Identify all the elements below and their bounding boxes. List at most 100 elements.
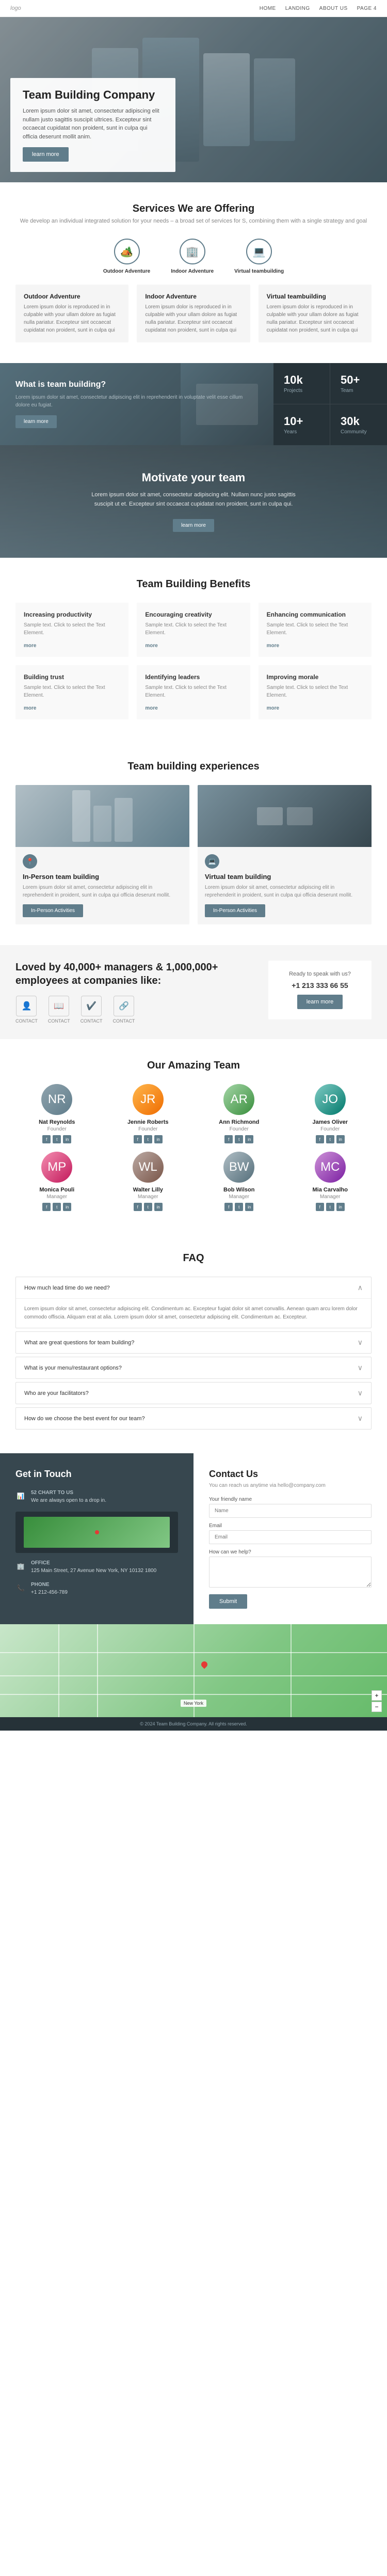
social-in-2[interactable]: in xyxy=(245,1135,253,1143)
hero-title: Team Building Company xyxy=(23,88,163,102)
nav-home[interactable]: HOME xyxy=(260,6,276,11)
faq-question-0[interactable]: How much lead time do we need? ∧ xyxy=(16,1277,371,1298)
social-fb-4[interactable]: f xyxy=(42,1203,51,1211)
social-in-3[interactable]: in xyxy=(336,1135,345,1143)
benefit-link-4[interactable]: more xyxy=(145,705,157,711)
sc-indoor-text: Lorem ipsum dolor is reproduced in in cu… xyxy=(145,303,241,334)
social-in-5[interactable]: in xyxy=(154,1203,163,1211)
faq-question-1[interactable]: What are great questions for team buildi… xyxy=(16,1332,371,1353)
social-fb-5[interactable]: f xyxy=(134,1203,142,1211)
stat-team-num: 50+ xyxy=(341,373,377,387)
faq-question-3[interactable]: Who are your facilitators? ∨ xyxy=(16,1383,371,1404)
stat-years: 10+ Years xyxy=(273,404,330,445)
benefit-link-3[interactable]: more xyxy=(24,705,36,711)
benefit-link-2[interactable]: more xyxy=(267,643,279,649)
social-tw-3[interactable]: t xyxy=(326,1135,334,1143)
nav-page4[interactable]: PAGE 4 xyxy=(357,6,377,11)
social-fb-3[interactable]: f xyxy=(316,1135,324,1143)
social-tw-2[interactable]: t xyxy=(235,1135,243,1143)
social-in-0[interactable]: in xyxy=(63,1135,71,1143)
map-city-label: New York xyxy=(181,1700,206,1707)
exp-virtual-image xyxy=(198,785,372,847)
motivate-btn[interactable]: learn more xyxy=(173,519,214,532)
contact-left-title: Get in Touch xyxy=(15,1469,178,1480)
map-zoom-out[interactable]: − xyxy=(372,1702,382,1712)
social-in-4[interactable]: in xyxy=(63,1203,71,1211)
faq-item-1: What are great questions for team buildi… xyxy=(15,1331,372,1354)
contact-icon-label-2: CONTACT xyxy=(80,1018,103,1024)
form-message-label: How can we help? xyxy=(209,1549,372,1555)
stat-community-label: Community xyxy=(341,429,377,435)
footer: © 2024 Team Building Company. All rights… xyxy=(0,1717,387,1731)
form-name-label: Your friendly name xyxy=(209,1497,372,1502)
benefit-card-1: Encouraging creativity Sample text. Clic… xyxy=(137,603,250,657)
form-name-input[interactable] xyxy=(209,1504,372,1518)
services-section: Services We are Offering We develop an i… xyxy=(0,182,387,363)
form-email-input[interactable] xyxy=(209,1530,372,1544)
service-cards-row: Outdoor Adventure Lorem ipsum dolor is r… xyxy=(15,285,372,342)
benefit-text-5: Sample text. Click to select the Text El… xyxy=(267,684,363,699)
contact-icons-row: 👤 CONTACT 📖 CONTACT ✔️ CONTACT 🔗 CONTACT xyxy=(15,996,253,1024)
nav-landing[interactable]: LANDING xyxy=(285,6,310,11)
member-social-0: f t in xyxy=(15,1135,99,1143)
social-tw-5[interactable]: t xyxy=(144,1203,152,1211)
loved-btn[interactable]: learn more xyxy=(297,995,343,1009)
member-social-4: f t in xyxy=(15,1203,99,1211)
social-tw-7[interactable]: t xyxy=(326,1203,334,1211)
social-fb-0[interactable]: f xyxy=(42,1135,51,1143)
map-zoom-in[interactable]: + xyxy=(372,1690,382,1701)
social-in-7[interactable]: in xyxy=(336,1203,345,1211)
form-message-textarea[interactable] xyxy=(209,1557,372,1588)
chart-label: 52 CHART TO US xyxy=(31,1490,106,1496)
exp-inperson-btn[interactable]: In-Person Activities xyxy=(23,904,83,917)
contact-right-text: You can reach us anytime via hello@compa… xyxy=(209,1483,372,1488)
benefit-link-0[interactable]: more xyxy=(24,643,36,649)
social-fb-1[interactable]: f xyxy=(134,1135,142,1143)
what-stats-panel: 10k Projects 50+ Team 10+ Years 30k Comm… xyxy=(273,363,387,445)
nav-links: HOME LANDING ABOUT US PAGE 4 xyxy=(260,6,377,11)
benefit-text-0: Sample text. Click to select the Text El… xyxy=(24,621,120,637)
sc-outdoor-text: Lorem ipsum dolor is reproduced in in cu… xyxy=(24,303,120,334)
contact-icon-2: ✔️ CONTACT xyxy=(80,996,103,1024)
social-tw-1[interactable]: t xyxy=(144,1135,152,1143)
social-tw-6[interactable]: t xyxy=(235,1203,243,1211)
nav-about[interactable]: ABOUT US xyxy=(319,6,348,11)
faq-item-2: What is your menu/restaurant options? ∨ xyxy=(15,1357,372,1379)
benefit-link-1[interactable]: more xyxy=(145,643,157,649)
social-fb-2[interactable]: f xyxy=(224,1135,233,1143)
faq-answer-0: Lorem ipsum dolor sit amet, consectetur … xyxy=(16,1298,371,1328)
benefit-title-5: Improving morale xyxy=(267,673,363,681)
form-submit-button[interactable]: Submit xyxy=(209,1594,247,1609)
stat-years-label: Years xyxy=(284,429,319,435)
contact-info-phone: 📞 PHONE +1 212-456-789 xyxy=(15,1582,178,1596)
social-tw-4[interactable]: t xyxy=(53,1203,61,1211)
hero-cta-button[interactable]: learn more xyxy=(23,147,69,162)
sc-virtual-text: Lorem ipsum dolor is reproduced in in cu… xyxy=(267,303,363,334)
faq-title: FAQ xyxy=(15,1252,372,1264)
exp-virtual-btn[interactable]: In-Person Activities xyxy=(205,904,265,917)
faq-section: FAQ How much lead time do we need? ∧ Lor… xyxy=(0,1232,387,1453)
stat-team: 50+ Team xyxy=(330,363,387,404)
social-fb-6[interactable]: f xyxy=(224,1203,233,1211)
chart-sub: We are always open to a drop in. xyxy=(31,1497,106,1504)
faq-question-2[interactable]: What is your menu/restaurant options? ∨ xyxy=(16,1357,371,1378)
social-fb-7[interactable]: f xyxy=(316,1203,324,1211)
benefit-link-5[interactable]: more xyxy=(267,705,279,711)
faq-question-4[interactable]: How do we choose the best event for our … xyxy=(16,1408,371,1429)
team-member-0: NR Nat Reynolds Founder f t in xyxy=(15,1084,99,1143)
service-card-indoor: Indoor Adventure Lorem ipsum dolor is re… xyxy=(137,285,250,342)
member-role-2: Founder xyxy=(198,1126,281,1132)
benefit-title-0: Increasing productivity xyxy=(24,611,120,618)
social-in-1[interactable]: in xyxy=(154,1135,163,1143)
exp-inperson-image xyxy=(15,785,189,847)
faq-item-4: How do we choose the best event for our … xyxy=(15,1407,372,1430)
service-indoor: 🏢 Indoor Adventure xyxy=(171,239,214,274)
faq-chevron-4: ∨ xyxy=(358,1414,363,1423)
what-learn-more-button[interactable]: learn more xyxy=(15,415,57,428)
member-name-0: Nat Reynolds xyxy=(15,1119,99,1125)
social-in-6[interactable]: in xyxy=(245,1203,253,1211)
outdoor-label: Outdoor Adventure xyxy=(103,269,150,274)
member-social-2: f t in xyxy=(198,1135,281,1143)
exp-cards-row: 📍 In-Person team building Lorem ipsum do… xyxy=(15,785,372,924)
social-tw-0[interactable]: t xyxy=(53,1135,61,1143)
